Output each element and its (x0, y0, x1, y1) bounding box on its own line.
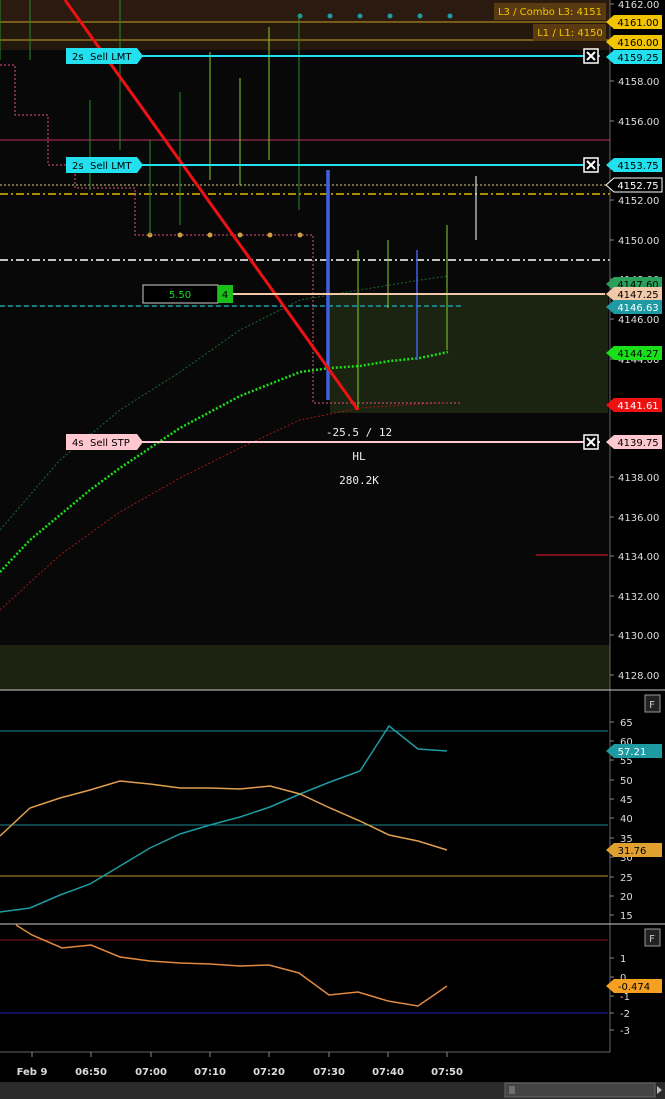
position-pnl: 5.50 (169, 290, 191, 301)
zone-label-l3: L3 / Combo L3: 4151 (494, 3, 606, 20)
price-tag-p4161: 4161.00 (606, 15, 662, 29)
order-qty: 2s (72, 161, 84, 172)
trading-chart[interactable]: 2s Sell LMT 2s Sell LMT 4s Sell STP 5.50… (0, 0, 665, 1099)
time-tick-label: 07:20 (253, 1067, 285, 1078)
order-label: Sell STP (90, 438, 130, 449)
rsi-f-button[interactable]: F (644, 694, 661, 713)
rsi-tick-label: 20 (620, 892, 633, 903)
svg-text:L1 / L1: 4150: L1 / L1: 4150 (537, 28, 603, 39)
osc-tick-label: -1 (620, 992, 630, 1003)
svg-text:4159.25: 4159.25 (617, 53, 658, 64)
stats-pnl-ticks: -25.5 / 12 (326, 426, 392, 439)
time-tick-label: 06:50 (75, 1067, 107, 1078)
svg-text:4141.61: 4141.61 (617, 401, 658, 412)
svg-text:-0.474: -0.474 (618, 982, 650, 993)
osc-tick-label: -3 (620, 1026, 630, 1037)
price-tick-label: 4134.00 (618, 552, 659, 563)
time-tick-label: Feb 9 (17, 1067, 48, 1078)
price-tag-p4141: 4141.61 (606, 398, 662, 412)
zone-label-l1: L1 / L1: 4150 (533, 24, 606, 41)
svg-text:31.76: 31.76 (618, 846, 647, 857)
price-tick-label: 4162.00 (618, 0, 659, 11)
horizontal-scrollbar[interactable] (0, 1082, 665, 1099)
rsi-tick-label: 50 (620, 776, 633, 787)
price-tag-p4160: 4160.00 (606, 35, 662, 49)
osc-tick-label: 1 (620, 954, 626, 965)
price-tick-label: 4146.00 (618, 315, 659, 326)
time-tick-label: 07:00 (135, 1067, 167, 1078)
price-tick-label: 4130.00 (618, 631, 659, 642)
time-tick-label: 07:10 (194, 1067, 226, 1078)
price-tag-p4146: 4146.63 (606, 300, 662, 314)
price-tick-label: 4158.00 (618, 77, 659, 88)
cancel-order-button[interactable] (583, 48, 599, 64)
rsi-tick-label: 40 (620, 814, 633, 825)
svg-text:4146.63: 4146.63 (617, 303, 658, 314)
price-tick-label: 4152.00 (618, 196, 659, 207)
scrollbar-thumb[interactable] (504, 1082, 656, 1098)
osc-f-button[interactable]: F (644, 928, 661, 947)
price-tick-label: 4156.00 (618, 117, 659, 128)
rsi-value-tag: 57.21 (606, 744, 662, 758)
order-qty: 2s (72, 52, 84, 63)
svg-text:4147.25: 4147.25 (617, 290, 658, 301)
svg-text:L3 / Combo L3: 4151: L3 / Combo L3: 4151 (498, 7, 602, 18)
stats-type: HL (352, 450, 366, 463)
price-tick-label: 4128.00 (618, 671, 659, 682)
stats-volume: 280.2K (339, 474, 379, 487)
time-tick-label: 07:50 (431, 1067, 463, 1078)
rsi-tick-label: 25 (620, 873, 633, 884)
price-tag-p4147: 4147.25 (606, 287, 662, 301)
price-tag-p4144: 4144.27 (606, 346, 662, 360)
order-label: Sell LMT (90, 52, 132, 63)
order-label: Sell LMT (90, 161, 132, 172)
svg-text:F: F (649, 700, 655, 711)
svg-text:57.21: 57.21 (618, 747, 647, 758)
time-tick-label: 07:40 (372, 1067, 404, 1078)
price-tick-label: 4136.00 (618, 513, 659, 524)
svg-text:4153.75: 4153.75 (617, 161, 658, 172)
rsi-tick-label: 45 (620, 795, 633, 806)
osc-tick-label: -2 (620, 1009, 630, 1020)
order-qty: 4s (72, 438, 84, 449)
position-qty: 4 (222, 290, 228, 301)
price-tag-p4139: 4139.75 (606, 435, 662, 449)
price-tag-p4152: 4152.75 (605, 177, 663, 193)
time-tick-label: 07:30 (313, 1067, 345, 1078)
price-tag-p4159: 4159.25 (606, 50, 662, 64)
price-tick-label: 4132.00 (618, 592, 659, 603)
svg-text:4160.00: 4160.00 (617, 38, 658, 49)
rsi-value-tag: 31.76 (606, 843, 662, 857)
price-tick-label: 4150.00 (618, 236, 659, 247)
svg-text:4161.00: 4161.00 (617, 18, 658, 29)
svg-text:4144.27: 4144.27 (617, 349, 658, 360)
lower-zone (0, 645, 610, 690)
svg-text:4152.75: 4152.75 (617, 181, 658, 192)
svg-text:4139.75: 4139.75 (617, 438, 658, 449)
price-tick-label: 4138.00 (618, 473, 659, 484)
rsi-tick-label: 15 (620, 911, 633, 922)
svg-text:F: F (649, 934, 655, 945)
cancel-order-button[interactable] (583, 434, 599, 450)
price-tag-p4153: 4153.75 (606, 158, 662, 172)
osc-value-tag: -0.474 (606, 979, 662, 993)
cancel-order-button[interactable] (583, 157, 599, 173)
value-area-zone (330, 293, 608, 413)
rsi-tick-label: 65 (620, 718, 633, 729)
